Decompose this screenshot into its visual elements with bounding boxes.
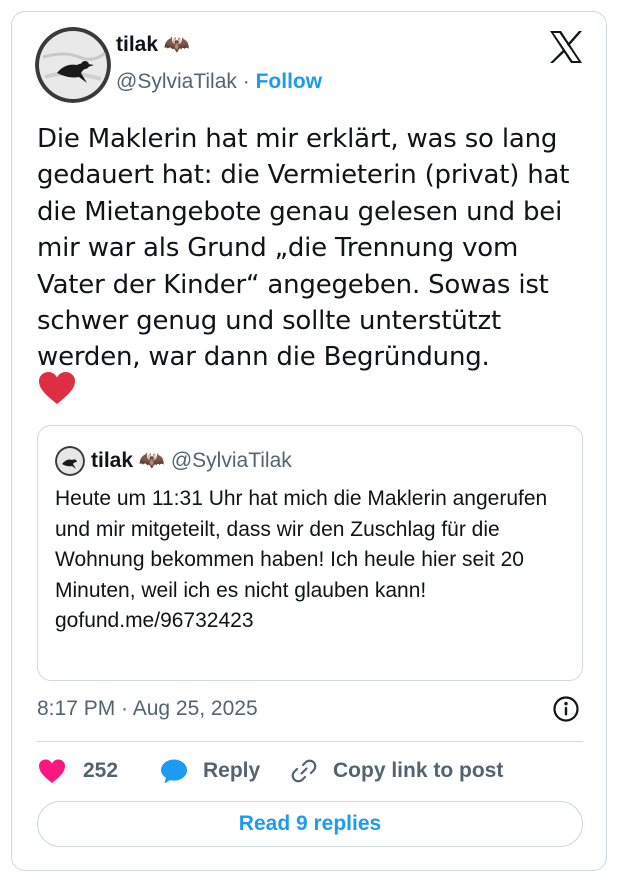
quoted-handle[interactable]: @SylviaTilak xyxy=(171,449,292,472)
action-bar: 252 Reply Copy link to post xyxy=(37,755,583,787)
quoted-header: tilak 🦇 @SylviaTilak xyxy=(91,449,292,473)
quoted-post-text: Heute um 11:31 Uhr hat mich die Maklerin… xyxy=(55,487,548,602)
quoted-post[interactable]: tilak 🦇 @SylviaTilak Heute um 11:31 Uhr … xyxy=(37,425,583,681)
post-text: Die Maklerin hat mir erklärt, was so lan… xyxy=(37,124,570,373)
separator-dot: · xyxy=(242,70,250,93)
info-icon[interactable] xyxy=(552,695,580,723)
like-count: 252 xyxy=(83,759,119,782)
heart-icon xyxy=(37,757,67,785)
quoted-text-block: Heute um 11:31 Uhr hat mich die Maklerin… xyxy=(55,484,575,637)
like-button[interactable]: 252 xyxy=(37,755,118,787)
red-heart-emoji xyxy=(38,371,76,405)
post-timestamp[interactable]: 8:17 PM · Aug 25, 2025 xyxy=(37,697,258,721)
link-icon xyxy=(290,757,318,785)
quoted-author-avatar[interactable] xyxy=(55,446,85,476)
follow-button[interactable]: Follow xyxy=(256,70,323,93)
read-replies-button[interactable]: Read 9 replies xyxy=(37,801,583,847)
copy-link-label: Copy link to post xyxy=(333,759,504,782)
copy-link-button[interactable]: Copy link to post xyxy=(290,755,503,787)
divider xyxy=(37,741,583,742)
author-display-name[interactable]: tilak 🦇 xyxy=(116,33,190,57)
quoted-post-link[interactable]: gofund.me/96732423 xyxy=(55,609,254,632)
reply-label: Reply xyxy=(203,759,261,782)
reply-bubble-icon xyxy=(159,757,189,785)
author-avatar[interactable] xyxy=(35,27,111,103)
x-logo-icon[interactable] xyxy=(548,30,584,64)
author-handle[interactable]: @SylviaTilak xyxy=(116,70,237,93)
author-handle-row: @SylviaTilak · Follow xyxy=(116,70,322,94)
quoted-display-name[interactable]: tilak 🦇 xyxy=(91,449,165,472)
reply-button[interactable]: Reply xyxy=(159,755,260,787)
